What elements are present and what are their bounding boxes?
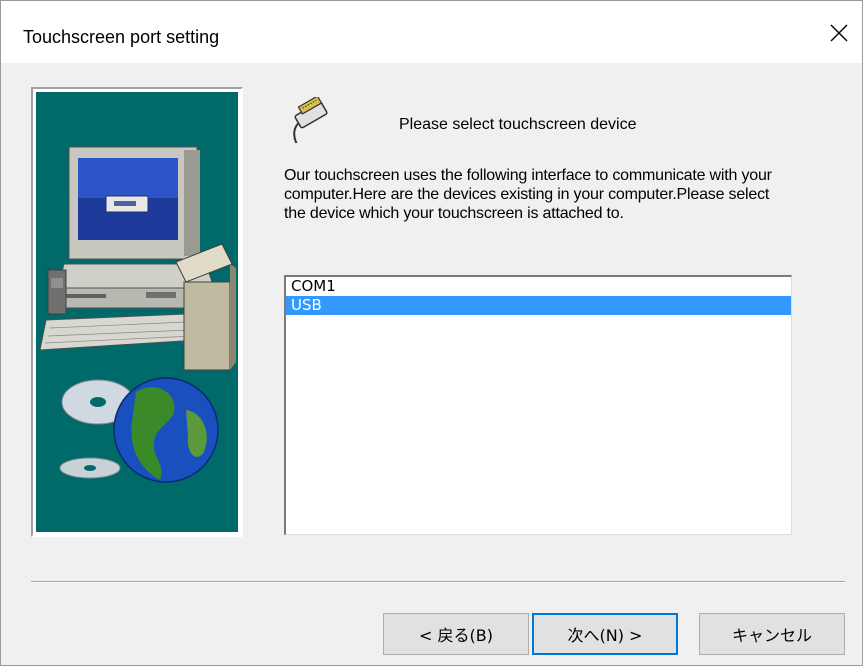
title-bar[interactable]: Touchscreen port setting — [1, 1, 862, 63]
computer-globe-illustration — [39, 146, 236, 483]
window-title: Touchscreen port setting — [23, 27, 220, 47]
close-icon — [830, 24, 848, 42]
serial-connector-icon — [293, 97, 328, 143]
speaker — [47, 269, 67, 315]
dialog-window: Touchscreen port setting Please select t… — [0, 0, 863, 666]
close-button[interactable] — [816, 13, 862, 53]
description-text: Our touchscreen uses the following inter… — [284, 167, 772, 222]
keyboard — [39, 313, 199, 351]
list-item-com1[interactable]: COM1 — [286, 277, 791, 296]
footer-separator — [31, 581, 845, 583]
back-button[interactable]: < 戻る(B) — [383, 613, 529, 655]
device-listbox[interactable]: COM1 USB — [284, 275, 792, 535]
list-item-usb[interactable]: USB — [286, 296, 791, 315]
cancel-button[interactable]: キャンセル — [699, 613, 845, 655]
wizard-illustration-panel — [36, 92, 238, 532]
monitor-side — [184, 150, 200, 256]
next-button[interactable]: 次へ(N) > — [532, 613, 678, 655]
wizard-illustration — [31, 87, 243, 537]
header-instruction: Please select touchscreen device — [399, 116, 637, 133]
